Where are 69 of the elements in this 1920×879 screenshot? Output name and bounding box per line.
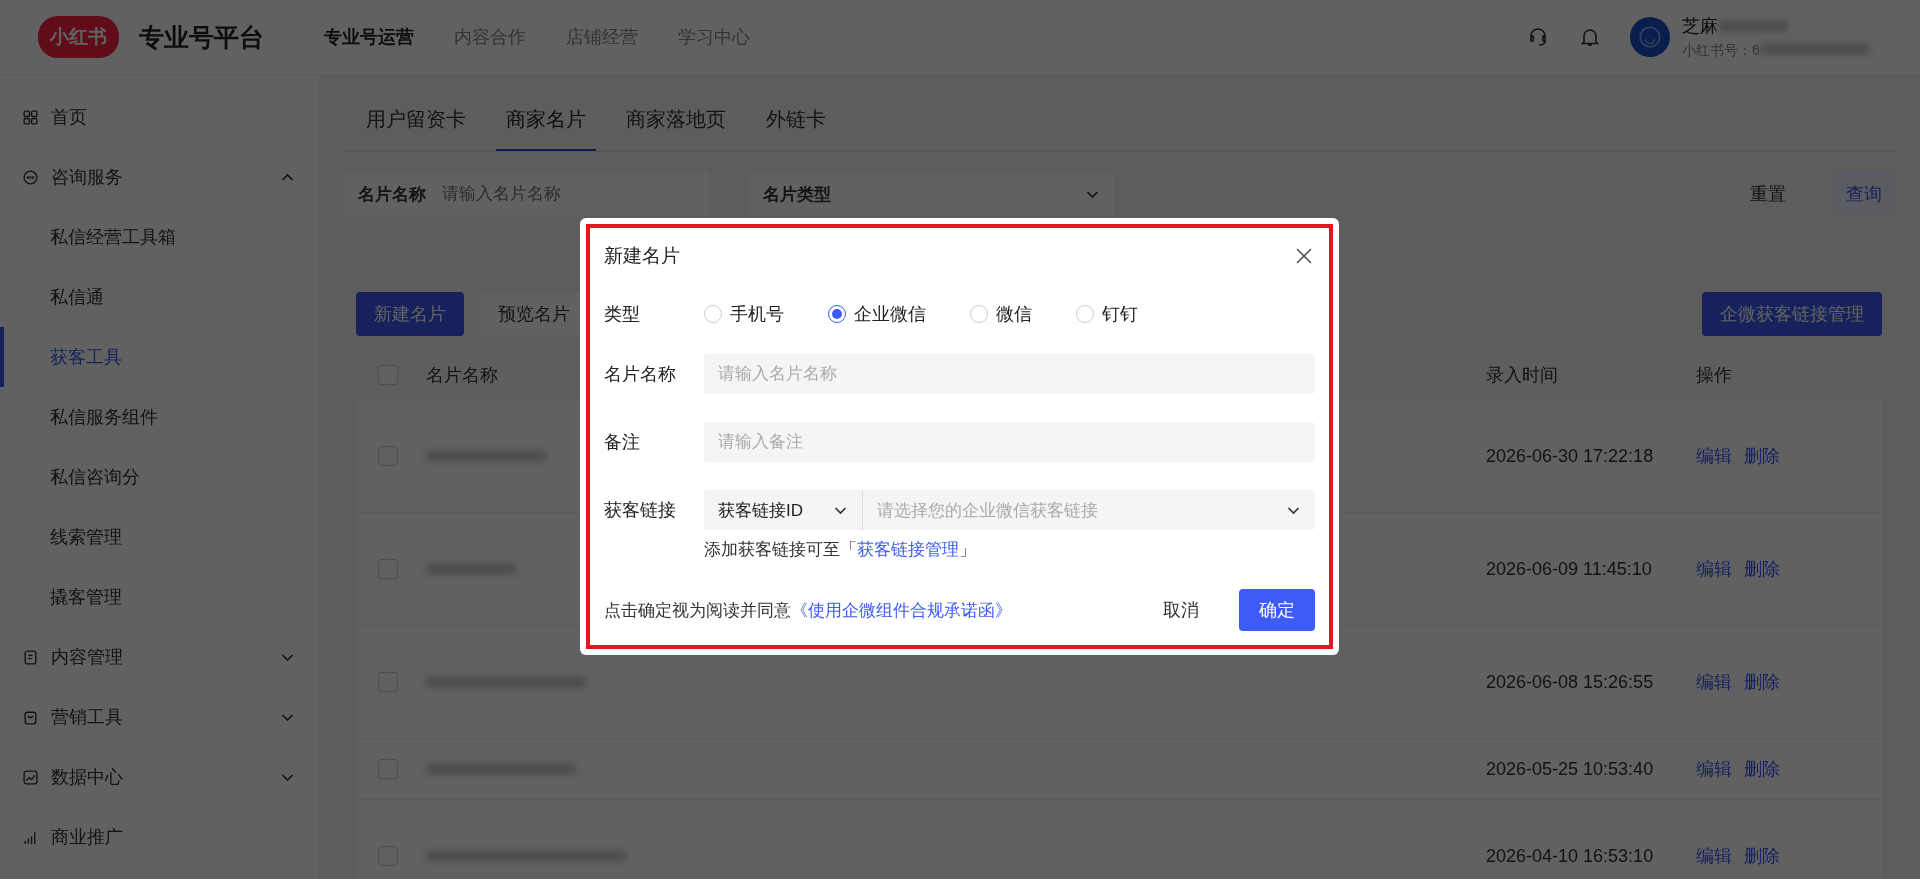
chat-icon — [22, 168, 39, 186]
field-label: 备注 — [604, 431, 641, 454]
sidebar-subitem[interactable]: 线索管理 — [0, 507, 319, 567]
action-link[interactable]: 删除 — [1744, 557, 1780, 581]
type-dropdown[interactable]: 名片类型 — [749, 172, 1114, 216]
radio-option[interactable]: 微信 — [970, 302, 1032, 326]
sidebar-subitem[interactable]: 私信服务组件 — [0, 387, 319, 447]
tab[interactable]: 外链卡 — [756, 106, 836, 151]
sidebar-item[interactable]: 营销工具 — [0, 687, 319, 747]
column-header: 名片名称 — [426, 364, 498, 387]
field-label: 名片名称 — [604, 363, 677, 386]
field-label: 类型 — [604, 303, 641, 326]
action-link[interactable]: 删除 — [1744, 844, 1780, 868]
sidebar-subitem[interactable]: 撬客管理 — [0, 567, 319, 627]
avatar[interactable] — [1630, 17, 1670, 57]
sidebar-subitem[interactable]: 私信经营工具箱 — [0, 207, 319, 267]
management-link[interactable]: 获客链接管理 — [857, 540, 959, 559]
confirm-button[interactable]: 确定 — [1239, 589, 1315, 631]
platform-title: 专业号平台 — [139, 21, 264, 53]
sidebar-subitem[interactable]: 私信通 — [0, 267, 319, 327]
sidebar-item[interactable]: 咨询服务 — [0, 147, 319, 207]
table-cell-text: 2026-04-10 16:53:10 — [1486, 845, 1655, 867]
tab[interactable]: 商家名片 — [496, 106, 596, 151]
radio-option[interactable]: 钉钉 — [1076, 302, 1138, 326]
table-cell-text: 2026-06-09 11:45:10 — [1486, 558, 1653, 580]
action-link[interactable]: 编辑 — [1696, 444, 1732, 468]
table-cell-text: 2026-06-08 15:26:55 — [1486, 671, 1655, 693]
table-cell-text: 2026-06-30 17:22:18 — [1486, 445, 1655, 467]
sidebar-item[interactable]: 首页 — [0, 87, 319, 147]
agreement-text: 点击确定视为阅读并同意《使用企微组件合规承诺函》 — [604, 599, 1013, 622]
nav-tab[interactable]: 专业号运营 — [324, 25, 414, 49]
grid-icon — [22, 108, 39, 126]
sidebar-item[interactable]: 数据中心 — [0, 747, 319, 807]
sidebar-subitem[interactable]: 私信咨询分 — [0, 447, 319, 507]
sidebar-subitem[interactable]: 获客工具 — [0, 327, 319, 387]
tab[interactable]: 用户留资卡 — [356, 106, 476, 151]
input-field[interactable]: 请输入备注 — [704, 422, 1315, 462]
radio-option[interactable]: 企业微信 — [828, 302, 926, 326]
link-management-button[interactable]: 企微获客链接管理 — [1702, 292, 1882, 336]
radio-option[interactable]: 手机号 — [704, 302, 784, 326]
input-field[interactable]: 请输入名片名称 — [704, 354, 1315, 394]
table-cell-text: 2026-05-25 10:53:40 — [1486, 758, 1655, 780]
document-icon — [22, 648, 39, 666]
link-type-dropdown[interactable]: 获客链接ID — [704, 490, 863, 530]
column-header: 录入时间 — [1486, 364, 1558, 387]
action-link[interactable]: 编辑 — [1696, 670, 1732, 694]
dialog-title: 新建名片 — [604, 244, 680, 268]
action-link[interactable]: 编辑 — [1696, 557, 1732, 581]
sidebar-item[interactable]: 商业推广 — [0, 807, 319, 867]
chart-icon — [22, 768, 39, 786]
field-label: 获客链接 — [604, 499, 677, 522]
user-name: 芝麻 — [1682, 14, 1882, 38]
bag-icon — [22, 708, 39, 726]
action-link[interactable]: 删除 — [1744, 670, 1780, 694]
logo[interactable]: 小红书 — [38, 16, 119, 58]
tab[interactable]: 商家落地页 — [616, 106, 736, 151]
action-link[interactable]: 删除 — [1744, 757, 1780, 781]
action-link[interactable]: 编辑 — [1696, 844, 1732, 868]
action-link[interactable]: 删除 — [1744, 444, 1780, 468]
sidebar-item[interactable]: 内容管理 — [0, 627, 319, 687]
action-link[interactable]: 编辑 — [1696, 757, 1732, 781]
agreement-link[interactable]: 《使用企微组件合规承诺函》 — [791, 600, 1012, 620]
filter-label: 名片名称 — [344, 172, 440, 216]
cancel-button[interactable]: 取消 — [1157, 597, 1205, 623]
reset-button[interactable]: 重置 — [1744, 181, 1792, 207]
hint-text: 添加获客链接可至「获客链接管理」 — [704, 539, 977, 561]
column-header: 操作 — [1696, 364, 1732, 387]
toolbar-button[interactable]: 新建名片 — [356, 292, 464, 336]
link-dropdown[interactable]: 请选择您的企业微信获客链接 — [863, 490, 1315, 530]
